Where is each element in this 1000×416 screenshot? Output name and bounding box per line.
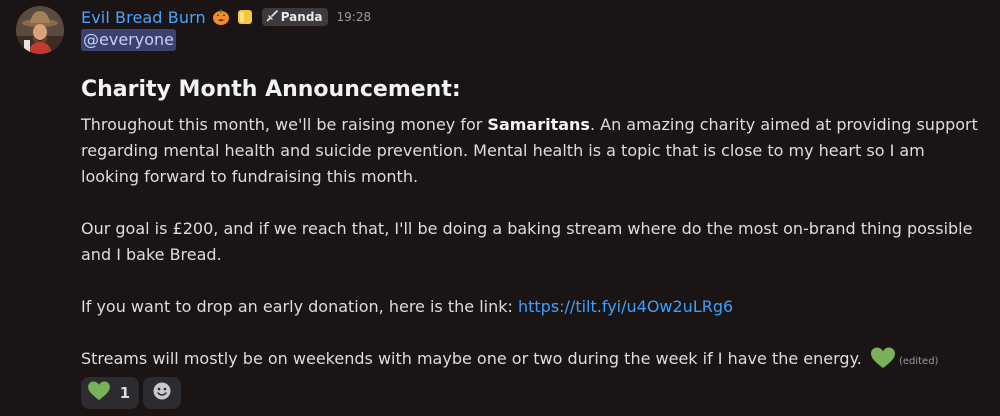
intro-text-start: Throughout this month, we'll be raising …	[81, 115, 488, 134]
paragraph-streams: Streams will mostly be on weekends with …	[81, 346, 986, 377]
avatar-image	[16, 6, 64, 54]
charity-name: Samaritans	[487, 115, 590, 134]
message-content: Charity Month Announcement: Throughout t…	[81, 70, 986, 377]
donation-link[interactable]: https://tilt.fyi/u4Ow2uLRg6	[518, 297, 733, 316]
reaction-count: 1	[119, 384, 130, 402]
everyone-mention[interactable]: @everyone	[81, 29, 176, 51]
user-avatar[interactable]	[16, 6, 64, 54]
jack-o-lantern-icon[interactable]	[212, 8, 230, 26]
message-header: Evil Bread Burn Panda 19:28	[81, 6, 371, 28]
reaction-green-heart[interactable]: 1	[81, 377, 139, 409]
announcement-heading: Charity Month Announcement:	[81, 77, 461, 102]
server-tag-label: Panda	[280, 10, 323, 24]
gold-badge-icon[interactable]	[236, 8, 254, 26]
paragraph-intro: Throughout this month, we'll be raising …	[81, 112, 986, 190]
smiley-add-icon	[152, 381, 172, 405]
streams-text: Streams will mostly be on weekends with …	[81, 349, 867, 368]
paragraph-donation: If you want to drop an early donation, h…	[81, 294, 986, 320]
add-reaction-button[interactable]	[143, 377, 181, 409]
server-tag[interactable]: Panda	[261, 8, 328, 26]
donation-text: If you want to drop an early donation, h…	[81, 297, 518, 316]
green-heart-icon	[88, 381, 110, 405]
reactions-bar: 1	[81, 377, 181, 409]
sword-icon	[266, 9, 278, 25]
paragraph-goal: Our goal is £200, and if we reach that, …	[81, 219, 973, 264]
chat-message: Evil Bread Burn Panda 19:28 @everyone Ch…	[0, 0, 1000, 416]
timestamp[interactable]: 19:28	[337, 10, 372, 24]
green-heart-icon	[870, 347, 895, 377]
username[interactable]: Evil Bread Burn	[81, 8, 206, 27]
edited-label[interactable]: (edited)	[899, 356, 939, 367]
